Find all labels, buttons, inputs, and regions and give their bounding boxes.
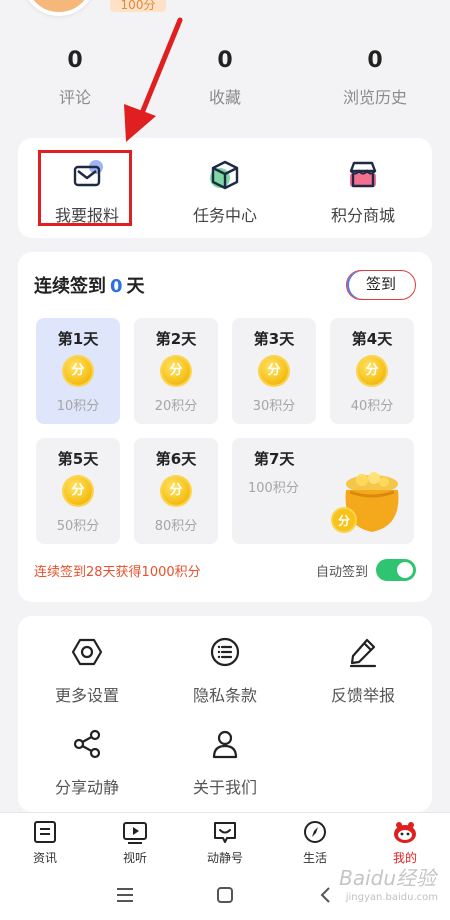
watermark-sub: jingyan.baidu.com bbox=[345, 892, 438, 903]
shop-icon bbox=[346, 158, 380, 192]
settings-label: 分享动静 bbox=[54, 778, 119, 797]
smile-box-icon bbox=[212, 819, 238, 845]
stat-comments[interactable]: 0 评论 bbox=[0, 44, 150, 116]
stat-value: 0 bbox=[367, 48, 383, 73]
points-badge: 100分 bbox=[110, 0, 166, 12]
signin-header: 连续签到 0 天 签到 bbox=[34, 252, 416, 318]
points-mall-button[interactable]: 积分商城 bbox=[294, 138, 432, 238]
coin-icon: 分 bbox=[358, 357, 386, 385]
about-us-button[interactable]: 关于我们 bbox=[156, 728, 294, 798]
signin-day-card-big[interactable]: 第7天 100积分 分 bbox=[232, 438, 414, 544]
day-points: 20积分 bbox=[154, 399, 198, 414]
quick-label: 积分商城 bbox=[330, 206, 395, 225]
share-icon bbox=[71, 728, 103, 760]
streak-reward-text: 连续签到28天获得1000积分 bbox=[34, 564, 201, 580]
day-points: 50积分 bbox=[56, 519, 100, 534]
signin-button[interactable]: 签到 bbox=[346, 270, 416, 300]
share-button[interactable]: 分享动静 bbox=[18, 728, 156, 798]
auto-signin-toggle[interactable] bbox=[376, 559, 416, 581]
day-label: 第1天 bbox=[57, 330, 99, 348]
pen-icon bbox=[347, 636, 379, 668]
signin-day-grid: 第1天 分 10积分 第2天 分 20积分 第3天 分 30积分 第4天 分 4… bbox=[34, 318, 416, 544]
play-icon bbox=[122, 819, 148, 845]
feedback-report-button[interactable]: 反馈举报 bbox=[294, 636, 432, 706]
coin-icon: 分 bbox=[64, 477, 92, 505]
compass-icon bbox=[302, 819, 328, 845]
auto-signin-label: 自动签到 bbox=[315, 564, 368, 580]
coin-icon: 分 bbox=[260, 357, 288, 385]
hexagon-settings-icon bbox=[71, 636, 103, 668]
coin-icon: 分 bbox=[162, 477, 190, 505]
news-icon bbox=[32, 819, 58, 845]
signin-title: 连续签到 0 天 bbox=[34, 272, 145, 298]
privacy-terms-button[interactable]: 隐私条款 bbox=[156, 636, 294, 706]
coin-icon: 分 bbox=[64, 357, 92, 385]
signin-days-count: 0 bbox=[110, 276, 123, 297]
signin-day-card[interactable]: 第4天 分 40积分 bbox=[330, 318, 414, 424]
stat-value: 0 bbox=[67, 48, 83, 73]
svg-text:分: 分 bbox=[338, 513, 350, 528]
settings-label: 更多设置 bbox=[54, 686, 119, 705]
nav-tab-dongjinghao[interactable]: 动静号 bbox=[180, 813, 270, 870]
day-label: 第2天 bbox=[155, 330, 197, 348]
watermark: Baidu经验 bbox=[339, 866, 436, 890]
day-points: 40积分 bbox=[350, 399, 394, 414]
highlight-annotation-box bbox=[38, 150, 132, 226]
menu-icon bbox=[117, 888, 133, 902]
stat-label: 评论 bbox=[58, 88, 91, 107]
day-points: 10积分 bbox=[56, 399, 100, 414]
day-label: 第6天 bbox=[155, 450, 197, 468]
list-circle-icon bbox=[209, 636, 241, 668]
person-icon bbox=[209, 728, 241, 760]
stat-value: 0 bbox=[217, 48, 233, 73]
nav-label: 动静号 bbox=[206, 851, 243, 865]
signin-title-prefix: 连续签到 bbox=[34, 276, 106, 297]
menu-button[interactable] bbox=[75, 883, 175, 907]
signin-title-suffix: 天 bbox=[126, 276, 145, 297]
day-points: 30积分 bbox=[252, 399, 296, 414]
gold-pot-icon: 分 bbox=[328, 466, 406, 538]
signin-day-card[interactable]: 第2天 分 20积分 bbox=[134, 318, 218, 424]
back-chevron-icon bbox=[320, 887, 330, 903]
quick-label: 任务中心 bbox=[192, 206, 257, 225]
settings-card: 更多设置 隐私条款 反馈举报 分享动静 关于我们 bbox=[18, 616, 432, 812]
signin-day-card[interactable]: 第3天 分 30积分 bbox=[232, 318, 316, 424]
day-label: 第5天 bbox=[57, 450, 99, 468]
signin-footer: 连续签到28天获得1000积分 自动签到 bbox=[34, 544, 416, 596]
stats-row: 0 评论 0 收藏 0 浏览历史 bbox=[0, 44, 450, 116]
day-label: 第4天 bbox=[351, 330, 393, 348]
stat-favorites[interactable]: 0 收藏 bbox=[150, 44, 300, 116]
more-settings-button[interactable]: 更多设置 bbox=[18, 636, 156, 706]
coin-icon: 分 bbox=[162, 357, 190, 385]
signin-day-card[interactable]: 第5天 分 50积分 bbox=[36, 438, 120, 544]
settings-label: 关于我们 bbox=[192, 778, 257, 797]
signin-day-card[interactable]: 第6天 分 80积分 bbox=[134, 438, 218, 544]
nav-tab-video[interactable]: 视听 bbox=[90, 813, 180, 870]
home-button[interactable] bbox=[175, 883, 275, 907]
avatar[interactable] bbox=[22, 0, 96, 16]
nav-tab-news[interactable]: 资讯 bbox=[0, 813, 90, 870]
home-square-icon bbox=[217, 887, 233, 903]
day-label: 第3天 bbox=[253, 330, 295, 348]
settings-label: 反馈举报 bbox=[330, 686, 395, 705]
nav-label: 视听 bbox=[122, 851, 147, 865]
settings-label: 隐私条款 bbox=[192, 686, 257, 705]
stat-label: 收藏 bbox=[208, 88, 241, 107]
cube-icon bbox=[208, 158, 242, 192]
auto-signin-row: 自动签到 bbox=[316, 559, 416, 581]
mascot-icon bbox=[392, 819, 418, 845]
stat-history[interactable]: 0 浏览历史 bbox=[300, 44, 450, 116]
signin-card: 连续签到 0 天 签到 第1天 分 10积分 第2天 分 20积分 第3天 分 30… bbox=[18, 252, 432, 602]
stat-label: 浏览历史 bbox=[342, 88, 407, 107]
task-center-button[interactable]: 任务中心 bbox=[156, 138, 294, 238]
day-points: 80积分 bbox=[154, 519, 198, 534]
signin-day-card[interactable]: 第1天 分 10积分 bbox=[36, 318, 120, 424]
nav-label: 资讯 bbox=[32, 851, 57, 865]
